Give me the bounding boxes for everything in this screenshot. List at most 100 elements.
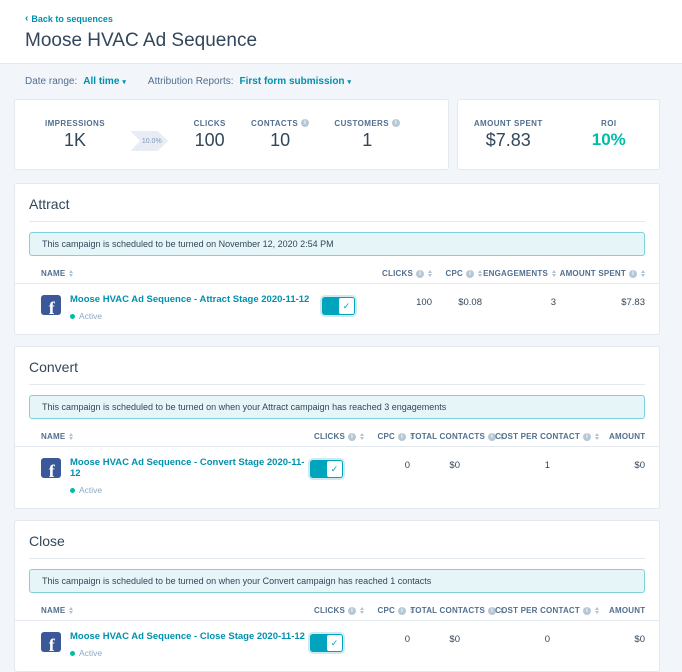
table-row: f Moose HVAC Ad Sequence - Close Stage 2…: [15, 621, 659, 671]
schedule-banner-text: This campaign is scheduled to be turned …: [42, 576, 431, 586]
status-dot-icon: [70, 488, 75, 493]
date-range-value: All time: [83, 76, 119, 87]
date-range-dropdown[interactable]: All time ▾: [83, 76, 126, 87]
info-icon[interactable]: i: [466, 270, 474, 278]
metric-value: 1K: [64, 130, 86, 151]
column-header-name[interactable]: NAME: [41, 269, 365, 278]
status-dot-icon: [70, 314, 75, 319]
stage-sections: Attract This campaign is scheduled to be…: [14, 183, 660, 672]
table-header: NAME CLICKSiCPCiTOTAL CONTACTSiCOST PER …: [15, 602, 659, 621]
metric-value: $7.83: [486, 130, 531, 151]
campaign-status: Active: [70, 311, 309, 321]
row-value-cell: $7.83: [556, 294, 645, 308]
back-chevron-icon: ‹: [25, 14, 28, 23]
page-header: ‹ Back to sequences Moose HVAC Ad Sequen…: [0, 0, 682, 64]
column-header-name[interactable]: NAME: [41, 432, 307, 441]
status-label: Active: [79, 311, 102, 321]
toggle-check-icon: ✓: [327, 461, 342, 477]
sort-icon: [69, 270, 73, 277]
metric-label: ROI: [601, 119, 616, 128]
metric-value: 1: [362, 130, 372, 151]
info-icon[interactable]: i: [348, 433, 356, 441]
campaign-toggle[interactable]: ✓: [310, 634, 343, 652]
campaign-name-stack: Moose HVAC Ad Sequence - Close Stage 202…: [70, 631, 305, 658]
spend-metrics-card: AMOUNT SPENT $7.83 ROI 10%: [457, 99, 660, 170]
column-header-cpc[interactable]: CPCi: [364, 432, 414, 441]
column-header-total-contacts[interactable]: TOTAL CONTACTSi: [414, 606, 504, 615]
metric-impressions: IMPRESSIONS 1K: [45, 119, 105, 151]
campaign-toggle[interactable]: ✓: [310, 460, 343, 478]
column-header-amount-spent[interactable]: AMOUNT SPENTi: [556, 269, 645, 278]
schedule-banner: This campaign is scheduled to be turned …: [29, 395, 645, 419]
status-label: Active: [79, 485, 102, 495]
column-header-amount-spent[interactable]: AMOUNT SPENTi: [599, 432, 645, 441]
filter-bar: Date range: All time ▾ Attribution Repor…: [0, 64, 682, 98]
section-title: Attract: [29, 184, 645, 222]
page-title: Moose HVAC Ad Sequence: [25, 30, 682, 52]
schedule-banner: This campaign is scheduled to be turned …: [29, 569, 645, 593]
row-value-cell: $0.08: [432, 294, 482, 308]
sort-icon: [69, 433, 73, 440]
column-header-cost-per-contact[interactable]: COST PER CONTACTi: [504, 606, 599, 615]
column-header-engagements[interactable]: ENGAGEMENTS: [482, 269, 556, 278]
info-icon[interactable]: i: [398, 433, 406, 441]
schedule-banner-text: This campaign is scheduled to be turned …: [42, 239, 334, 249]
stage-section: Close This campaign is scheduled to be t…: [14, 520, 660, 672]
column-header-clicks[interactable]: CLICKSi: [365, 269, 432, 278]
attribution-value: First form submission: [240, 76, 345, 87]
row-value-cell: 0: [353, 457, 410, 471]
stage-section: Attract This campaign is scheduled to be…: [14, 183, 660, 335]
metrics-row: IMPRESSIONS 1K 10.0% CLICKS 100 CONTACTS…: [14, 99, 660, 170]
column-header-amount-spent[interactable]: AMOUNT SPENTi: [599, 606, 645, 615]
section-title: Convert: [29, 347, 645, 385]
metric-value: 10%: [592, 130, 626, 150]
info-icon[interactable]: i: [392, 119, 400, 127]
schedule-banner: This campaign is scheduled to be turned …: [29, 232, 645, 256]
campaign-status: Active: [70, 485, 310, 495]
section-title: Close: [29, 521, 645, 559]
metric-contacts: CONTACTS i 10: [251, 119, 309, 151]
info-icon[interactable]: i: [348, 607, 356, 615]
sort-icon: [641, 270, 645, 277]
metric-label: CONTACTS: [251, 119, 298, 128]
info-icon[interactable]: i: [583, 433, 591, 441]
metric-label: AMOUNT SPENT: [474, 119, 543, 128]
info-icon[interactable]: i: [301, 119, 309, 127]
facebook-icon: f: [41, 458, 61, 478]
column-header-cpc[interactable]: CPCi: [432, 269, 482, 278]
info-icon[interactable]: i: [398, 607, 406, 615]
toggle-check-icon: ✓: [327, 635, 342, 651]
metric-value: 10: [270, 130, 290, 151]
conversion-rate-value: 10.0%: [142, 138, 162, 145]
column-header-cpc[interactable]: CPCi: [364, 606, 414, 615]
metric-value: 100: [195, 130, 225, 151]
column-header-clicks[interactable]: CLICKSi: [307, 432, 364, 441]
campaign-name-link[interactable]: Moose HVAC Ad Sequence - Attract Stage 2…: [70, 294, 309, 305]
table-row: f Moose HVAC Ad Sequence - Convert Stage…: [15, 447, 659, 508]
metric-clicks: CLICKS 100: [194, 119, 226, 151]
row-value-cell: $0: [550, 631, 645, 645]
attribution-dropdown[interactable]: First form submission ▾: [240, 76, 352, 87]
row-value-cell: 0: [460, 631, 550, 645]
table-header: NAME CLICKSiCPCiENGAGEMENTSAMOUNT SPENTi: [15, 265, 659, 284]
row-value-cell: 100: [365, 294, 432, 308]
column-header-name[interactable]: NAME: [41, 606, 307, 615]
metric-customers: CUSTOMERS i 1: [334, 119, 400, 151]
column-header-total-contacts[interactable]: TOTAL CONTACTSi: [414, 432, 504, 441]
metric-roi: ROI 10%: [559, 119, 660, 150]
schedule-banner-text: This campaign is scheduled to be turned …: [42, 402, 446, 412]
info-icon[interactable]: i: [416, 270, 424, 278]
info-icon[interactable]: i: [629, 270, 637, 278]
row-value-cell: 3: [482, 294, 556, 308]
row-value-cell: $0: [410, 457, 460, 471]
attribution-label: Attribution Reports:: [148, 76, 234, 87]
campaign-name-link[interactable]: Moose HVAC Ad Sequence - Close Stage 202…: [70, 631, 305, 642]
campaign-name-link[interactable]: Moose HVAC Ad Sequence - Convert Stage 2…: [70, 457, 310, 479]
column-header-clicks[interactable]: CLICKSi: [307, 606, 364, 615]
info-icon[interactable]: i: [583, 607, 591, 615]
column-header-cost-per-contact[interactable]: COST PER CONTACTi: [504, 432, 599, 441]
status-label: Active: [79, 648, 102, 658]
campaign-toggle[interactable]: ✓: [322, 297, 355, 315]
back-link[interactable]: ‹ Back to sequences: [25, 14, 113, 24]
campaign-name-stack: Moose HVAC Ad Sequence - Convert Stage 2…: [70, 457, 310, 495]
